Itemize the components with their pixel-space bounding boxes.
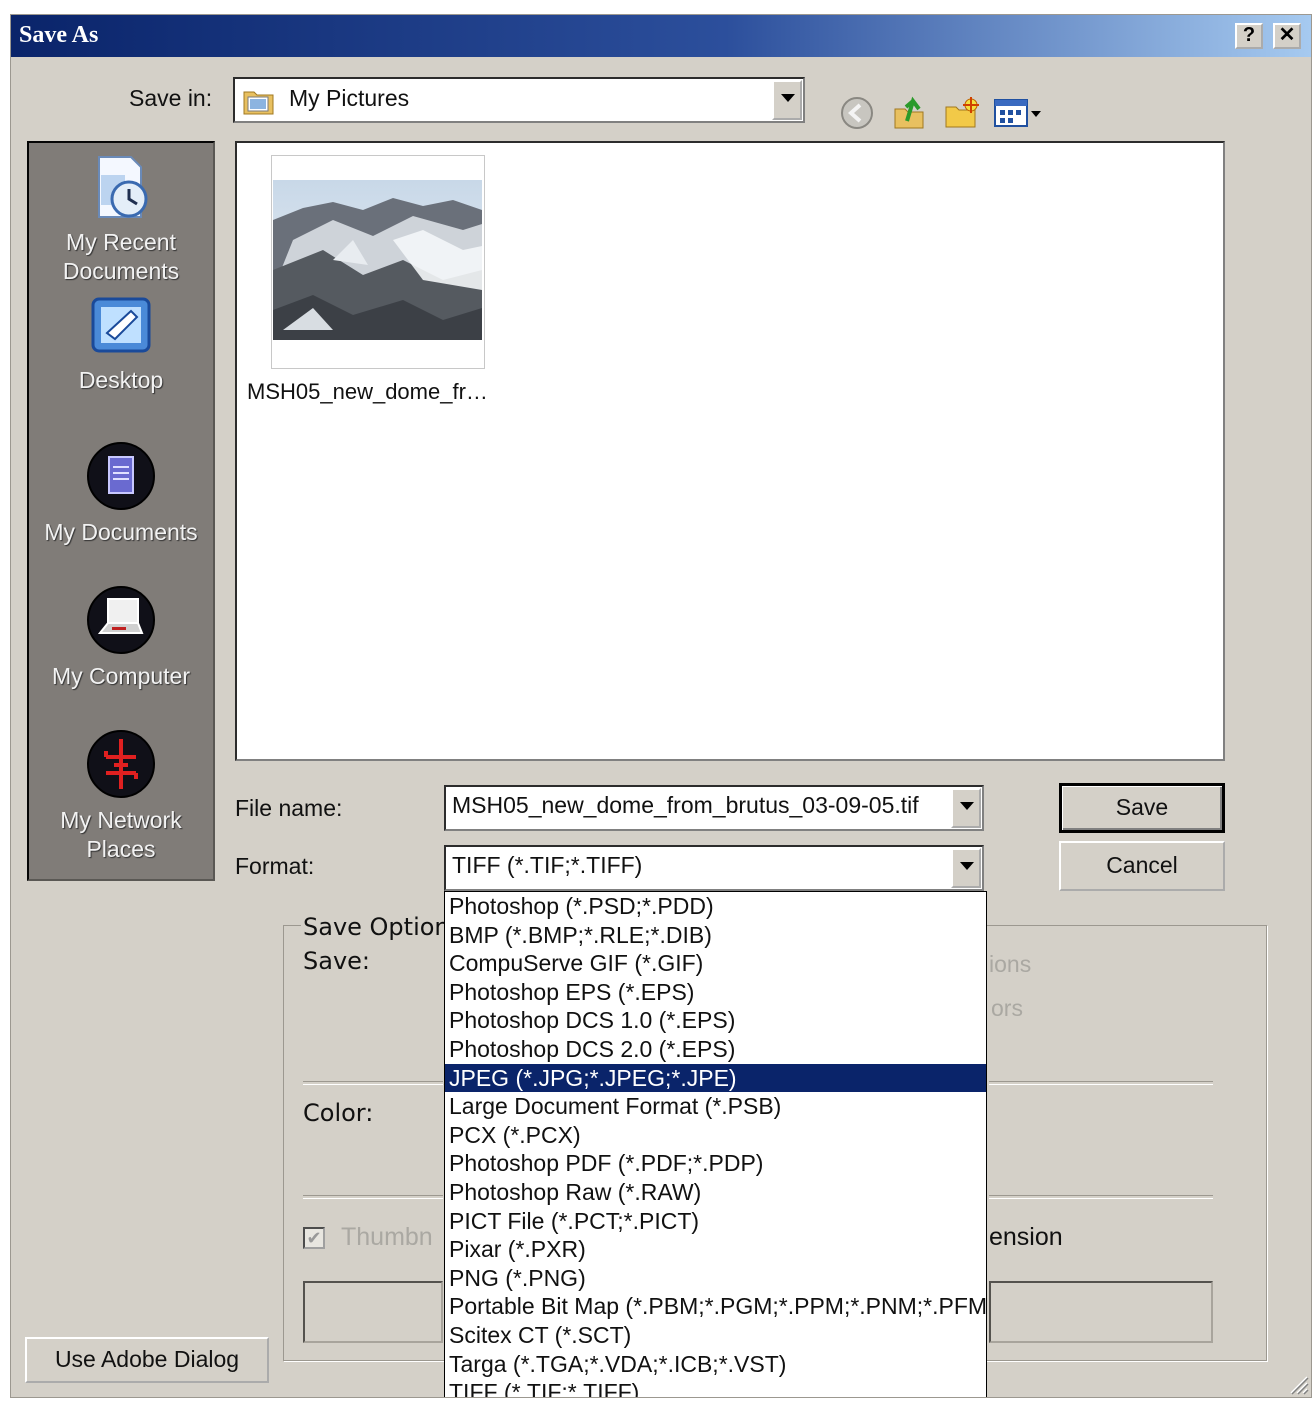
format-option[interactable]: Photoshop (*.PSD;*.PDD) <box>445 892 986 921</box>
place-label: Desktop <box>78 367 164 393</box>
partial-option-text: ions <box>989 951 1032 977</box>
title-bar[interactable]: Save As ? ✕ <box>11 15 1311 57</box>
new-folder-icon[interactable] <box>943 95 981 131</box>
save-label: Save: <box>303 947 370 975</box>
format-option[interactable]: Scitex CT (*.SCT) <box>445 1321 986 1350</box>
place-label: Documents <box>62 258 180 284</box>
resize-grip-icon[interactable] <box>1285 1371 1309 1395</box>
file-name-input[interactable]: MSH05_new_dome_from_brutus_03-09-05.tif <box>444 785 984 831</box>
chevron-down-icon[interactable] <box>951 788 981 828</box>
partial-option-text: ors <box>991 995 1023 1021</box>
separator <box>989 1195 1213 1199</box>
color-label: Color: <box>303 1099 374 1127</box>
format-option[interactable]: JPEG (*.JPG;*.JPEG;*.JPE) <box>445 1063 986 1093</box>
save-options-title: Save Option <box>301 913 452 941</box>
file-name-label: MSH05_new_dome_fr… <box>247 379 488 404</box>
places-bar: My Recent Documents Desktop My Documents <box>27 141 215 881</box>
place-my-recent-documents[interactable]: My Recent Documents <box>29 153 213 286</box>
format-option[interactable]: Portable Bit Map (*.PBM;*.PGM;*.PPM;*.PN… <box>445 1292 986 1321</box>
format-option[interactable]: Photoshop PDF (*.PDF;*.PDP) <box>445 1149 986 1178</box>
place-my-network-places[interactable]: My Network Places <box>29 727 213 864</box>
format-dropdown-list[interactable]: Photoshop (*.PSD;*.PDD) BMP (*.BMP;*.RLE;… <box>444 891 987 1397</box>
desktop-icon <box>91 297 151 353</box>
network-places-icon <box>87 730 155 798</box>
folder-icon <box>243 91 274 115</box>
back-icon[interactable] <box>839 95 875 131</box>
my-documents-icon <box>87 442 155 510</box>
place-label: My Recent <box>66 229 176 255</box>
place-label: My Network <box>60 807 182 833</box>
separator <box>989 1081 1213 1085</box>
my-computer-icon <box>87 586 155 654</box>
place-label: Places <box>86 836 156 862</box>
separator <box>303 1081 443 1085</box>
save-as-dialog: Save As ? ✕ Save in: My Pictures My Rece… <box>10 14 1312 1398</box>
place-my-computer[interactable]: My Computer <box>29 583 213 691</box>
mountain-thumbnail-image <box>273 180 482 340</box>
window-title: Save As <box>19 22 99 48</box>
separator <box>303 1195 443 1199</box>
views-menu-icon[interactable] <box>993 95 1047 131</box>
file-name-label: File name: <box>235 795 343 821</box>
place-label: My Documents <box>44 519 198 545</box>
format-value: TIFF (*.TIF;*.TIFF) <box>452 852 643 878</box>
file-name-value: MSH05_new_dome_from_brutus_03-09-05.tif <box>452 792 919 818</box>
thumbnail-label: Thumbn <box>341 1223 433 1251</box>
format-option[interactable]: PICT File (*.PCT;*.PICT) <box>445 1207 986 1236</box>
format-option[interactable]: CompuServe GIF (*.GIF) <box>445 949 986 978</box>
format-option[interactable]: Targa (*.TGA;*.VDA;*.ICB;*.VST) <box>445 1350 986 1379</box>
place-desktop[interactable]: Desktop <box>29 293 213 395</box>
place-my-documents[interactable]: My Documents <box>29 439 213 547</box>
chevron-down-icon[interactable] <box>772 80 802 120</box>
format-label: Format: <box>235 853 315 879</box>
description-box <box>989 1281 1213 1343</box>
format-option[interactable]: Photoshop Raw (*.RAW) <box>445 1178 986 1207</box>
extension-label: ension <box>989 1223 1063 1251</box>
save-in-dropdown[interactable]: My Pictures <box>233 77 805 123</box>
format-option[interactable]: Large Document Format (*.PSB) <box>445 1092 986 1121</box>
use-adobe-dialog-button[interactable]: Use Adobe Dialog <box>25 1337 269 1383</box>
thumbnail-checkbox[interactable]: ✔ <box>303 1227 325 1249</box>
format-option[interactable]: PCX (*.PCX) <box>445 1121 986 1150</box>
description-box <box>303 1281 443 1343</box>
chevron-down-icon[interactable] <box>951 848 981 888</box>
save-in-value: My Pictures <box>289 85 410 111</box>
recent-documents-icon <box>98 156 148 218</box>
place-label: My Computer <box>51 663 191 689</box>
help-button[interactable]: ? <box>1235 23 1263 49</box>
cancel-button[interactable]: Cancel <box>1059 841 1225 891</box>
format-dropdown[interactable]: TIFF (*.TIF;*.TIFF) <box>444 845 984 891</box>
file-list[interactable]: MSH05_new_dome_fr… <box>235 141 1225 761</box>
format-option[interactable]: Pixar (*.PXR) <box>445 1235 986 1264</box>
close-button[interactable]: ✕ <box>1273 23 1301 49</box>
format-option[interactable]: Photoshop DCS 1.0 (*.EPS) <box>445 1006 986 1035</box>
format-option[interactable]: PNG (*.PNG) <box>445 1264 986 1293</box>
format-option[interactable]: BMP (*.BMP;*.RLE;*.DIB) <box>445 921 986 950</box>
format-option[interactable]: Photoshop DCS 2.0 (*.EPS) <box>445 1035 986 1064</box>
format-option[interactable]: TIFF (*.TIF;*.TIFF) <box>445 1378 986 1397</box>
up-folder-icon[interactable] <box>891 95 927 131</box>
save-button[interactable]: Save <box>1059 783 1225 833</box>
file-thumbnail[interactable] <box>271 155 485 369</box>
format-option[interactable]: Photoshop EPS (*.EPS) <box>445 978 986 1007</box>
save-in-label: Save in: <box>129 85 213 111</box>
